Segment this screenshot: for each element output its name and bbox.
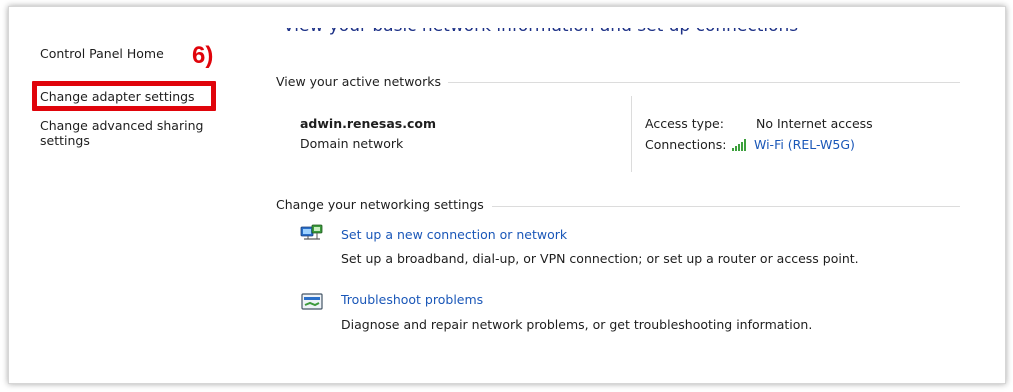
step-annotation-label: 6) bbox=[192, 42, 214, 69]
access-type-label: Access type: bbox=[645, 116, 724, 131]
connections-label: Connections: bbox=[645, 137, 727, 152]
troubleshoot-problems-link[interactable]: Troubleshoot problems bbox=[341, 292, 483, 307]
access-type-value: No Internet access bbox=[756, 116, 873, 131]
networking-settings-heading: Change your networking settings bbox=[276, 197, 484, 212]
section-divider bbox=[492, 206, 960, 207]
troubleshoot-icon bbox=[301, 293, 323, 310]
new-connection-icon bbox=[300, 224, 323, 240]
control-panel-home-link[interactable]: Control Panel Home bbox=[40, 46, 164, 61]
vertical-divider bbox=[631, 96, 632, 172]
setup-connection-description: Set up a broadband, dial-up, or VPN conn… bbox=[341, 251, 859, 266]
setup-connection-link[interactable]: Set up a new connection or network bbox=[341, 227, 567, 242]
network-type: Domain network bbox=[300, 136, 404, 151]
network-name: adwin.renesas.com bbox=[300, 116, 436, 131]
page-title: View your basic network information and … bbox=[283, 28, 798, 46]
troubleshoot-description: Diagnose and repair network problems, or… bbox=[341, 317, 813, 332]
section-divider bbox=[448, 82, 960, 83]
change-adapter-settings-link[interactable]: Change adapter settings bbox=[40, 89, 195, 104]
change-advanced-sharing-link[interactable]: Change advanced sharing settings bbox=[40, 118, 215, 148]
wifi-connection-link[interactable]: Wi-Fi (REL-W5G) bbox=[754, 137, 855, 152]
wifi-signal-icon bbox=[732, 139, 746, 151]
active-networks-heading: View your active networks bbox=[276, 74, 441, 89]
